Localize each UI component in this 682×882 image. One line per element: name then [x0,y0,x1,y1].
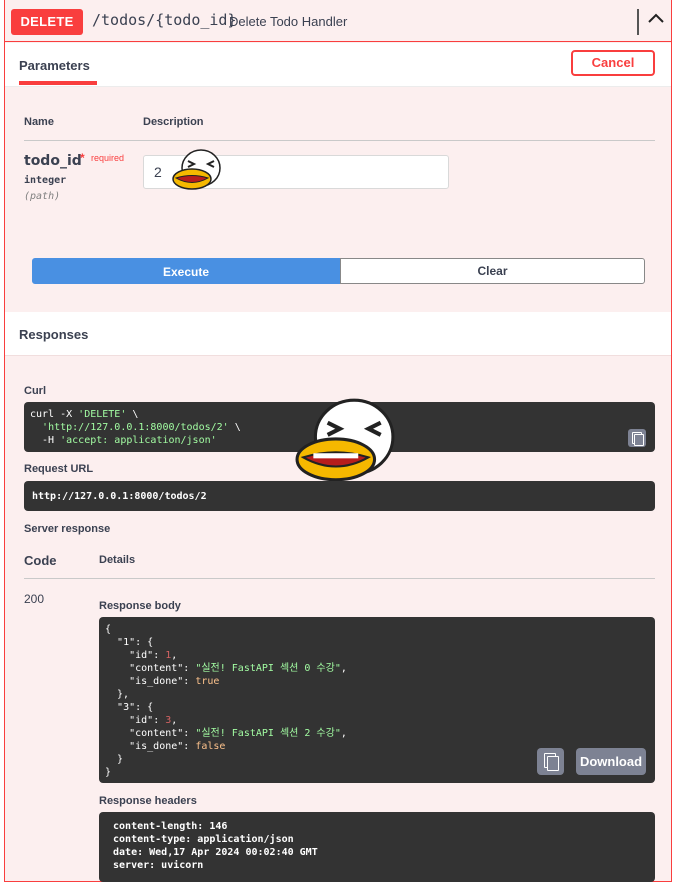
chevron-up-icon[interactable] [645,8,667,32]
json-line: "is_done": true [129,676,220,687]
json-line: { [105,624,112,635]
curl-label: Curl [24,385,46,397]
copy-response-icon[interactable] [537,748,564,775]
copy-icon[interactable] [628,429,646,447]
cancel-button[interactable]: Cancel [571,50,655,76]
responses-section-header: Responses [5,312,671,356]
execute-clear-group: Execute Clear [32,258,645,284]
delete-operation-block: DELETE /todos/{todo_id} Delete Todo Hand… [4,0,672,882]
parameters-tab-bar: Parameters Cancel [5,43,671,87]
laughing-duck-sticker [172,149,221,190]
json-line: }, [105,689,130,700]
required-star: * [80,151,85,165]
json-line: "is_done": false [129,741,226,752]
column-header-name: Name [24,116,54,128]
endpoint-path: /todos/{todo_id} [92,11,237,29]
curl-line-1: curl -X 'DELETE' \ [30,409,139,420]
json-line: "content": "실전! FastAPI 섹션 0 수강", [129,663,347,674]
json-line: "1": { [117,637,154,648]
response-header-line: content-length: 146 [107,821,234,832]
clear-button[interactable]: Clear [340,258,645,284]
details-column-header: Details [99,554,136,566]
table-divider [24,140,655,141]
response-body-block[interactable]: { "1": { "id": 1, "content": "실전! FastAP… [99,617,655,783]
responses-title: Responses [19,327,89,342]
json-line: "content": "실전! FastAPI 섹션 2 수강", [129,728,347,739]
tab-parameters[interactable]: Parameters [19,58,90,73]
parameter-location: (path) [24,191,61,202]
curl-line-2: 'http://127.0.0.1:8000/todos/2' \ [42,422,241,433]
response-headers-block[interactable]: content-length: 146 content-type: applic… [99,812,655,882]
code-column-header: Code [24,553,57,568]
json-line: } [105,754,124,765]
required-label: required [91,153,125,163]
request-url-block[interactable]: http://127.0.0.1:8000/todos/2 [24,481,655,511]
json-line: "3": { [117,702,154,713]
request-url-label: Request URL [24,463,94,475]
laughing-duck-sticker-large [295,398,395,482]
column-header-description: Description [143,116,204,128]
operation-summary[interactable]: DELETE /todos/{todo_id} Delete Todo Hand… [5,0,671,42]
response-body-label: Response body [99,600,181,612]
response-header-line: server: uvicorn [107,860,210,871]
method-badge: DELETE [11,9,83,35]
curl-line-3: -H 'accept: application/json' [30,435,217,446]
divider [637,9,639,35]
json-line: "id": 3, [129,715,178,726]
tab-active-indicator [19,81,97,85]
response-header-line: date: Wed,17 Apr 2024 00:02:40 GMT [107,847,324,858]
response-header-line: content-type: application/json [107,834,300,845]
response-status-code: 200 [24,592,45,606]
parameter-type: integer [24,175,67,186]
execute-button[interactable]: Execute [32,258,340,284]
parameter-name: todo_id [24,153,82,169]
download-button[interactable]: Download [576,748,646,775]
operation-summary-text: Delete Todo Handler [229,14,348,29]
server-response-label: Server response [24,523,111,535]
response-headers-label: Response headers [99,795,197,807]
response-table-divider [24,578,655,579]
json-line: } [105,767,112,778]
json-line: "id": 1, [129,650,178,661]
